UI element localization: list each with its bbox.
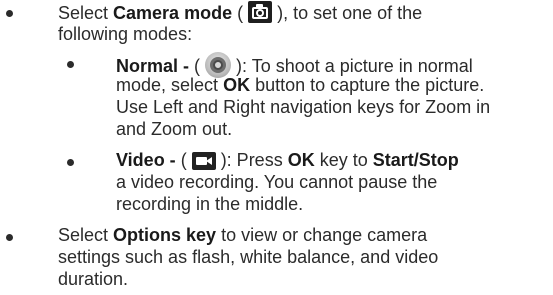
bullet bbox=[67, 159, 74, 166]
video-line-1: Video - ( ): Press OK key to Start/Stop bbox=[116, 150, 459, 170]
video-term: Video - bbox=[116, 150, 176, 170]
camera-mode-term: Camera mode bbox=[113, 3, 233, 23]
normal-line-2: mode, select OK button to capture the pi… bbox=[116, 75, 485, 95]
bullet bbox=[67, 61, 74, 68]
options-line-2: settings such as flash, white balance, a… bbox=[58, 247, 439, 267]
bullet bbox=[6, 234, 13, 241]
video-line-3: recording in the middle. bbox=[116, 194, 304, 214]
camera-mode-line-1: Select Camera mode ( ), to set one of th… bbox=[58, 1, 423, 23]
camera-mode-icon bbox=[248, 1, 273, 23]
options-key-term: Options key bbox=[113, 225, 217, 245]
options-line-3: duration. bbox=[58, 269, 129, 289]
ok-term: OK bbox=[223, 75, 251, 95]
normal-line-3: Use Left and Right navigation keys for Z… bbox=[116, 97, 491, 117]
video-mode-icon bbox=[191, 152, 216, 170]
video-line-2: a video recording. You cannot pause the bbox=[116, 172, 438, 192]
normal-term: Normal - bbox=[116, 56, 190, 76]
bullet bbox=[6, 10, 13, 17]
normal-line-4: and Zoom out. bbox=[116, 119, 233, 139]
start-stop-term: Start/Stop bbox=[372, 150, 459, 170]
camera-mode-line-2: following modes: bbox=[58, 24, 193, 44]
options-line-1: Select Options key to view or change cam… bbox=[58, 225, 428, 245]
ok-term: OK bbox=[287, 150, 315, 170]
